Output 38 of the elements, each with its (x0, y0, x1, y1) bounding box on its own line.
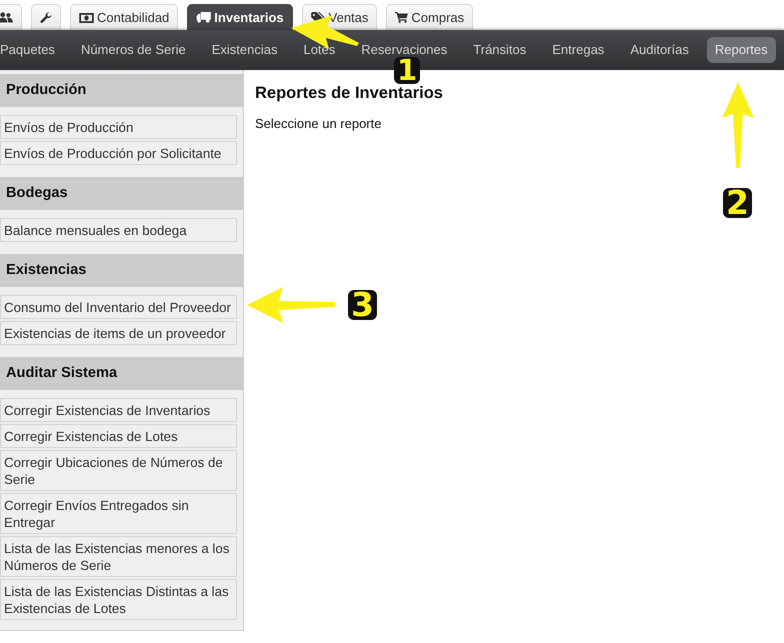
step-number: 2 (723, 188, 752, 218)
nav-link[interactable]: Paquetes (0, 42, 63, 58)
page-title: Reportes de Inventarios (255, 84, 443, 102)
cart-icon (395, 12, 408, 23)
nav-link[interactable]: Lotes (295, 42, 344, 58)
nav-link[interactable]: Tránsitos (465, 42, 534, 58)
banknote-icon (79, 12, 94, 22)
report-link[interactable]: Consumo del Inventario del Proveedor (0, 295, 237, 319)
report-link[interactable]: Corregir Envíos Entregados sin Entregar (0, 493, 237, 534)
nav-link[interactable]: Reportes (706, 37, 776, 63)
nav-link[interactable]: Auditorías (622, 42, 697, 58)
nav-link[interactable]: Números de Serie (72, 42, 194, 58)
module-tab[interactable] (31, 4, 61, 30)
report-link[interactable]: Lista de las Existencias menores a los Números de Serie (0, 536, 237, 577)
nav-link[interactable]: Reservaciones (353, 42, 456, 58)
step-number: 3 (348, 290, 377, 320)
users-icon (0, 12, 13, 23)
report-link[interactable]: Lista de las Existencias Distintas a las Existencias de Lotes (0, 579, 237, 620)
section-header: Auditar Sistema (0, 357, 243, 390)
module-tab[interactable]: Inventarios (187, 4, 293, 30)
truck-icon (196, 12, 212, 23)
report-link[interactable]: Balance mensuales en bodega (0, 218, 237, 242)
module-tab[interactable]: Compras (386, 4, 474, 30)
step-number: 1 (394, 57, 420, 84)
report-link[interactable]: Existencias de items de un proveedor (0, 321, 237, 345)
instruction-text: Seleccione un reporte (255, 116, 382, 132)
report-link[interactable]: Corregir Ubicaciones de Números de Serie (0, 450, 237, 491)
nav-link[interactable]: Entregas (544, 42, 612, 58)
module-tab[interactable]: Contabilidad (70, 4, 178, 30)
section-header: Bodegas (0, 177, 243, 210)
wrench-icon (40, 12, 52, 24)
section-header: Producción (0, 74, 243, 107)
nav-link[interactable]: Existencias (204, 42, 286, 58)
report-link[interactable]: Corregir Existencias de Inventarios (0, 398, 237, 422)
report-link[interactable]: Envíos de Producción por Solicitante (0, 141, 237, 165)
section-header: Existencias (0, 254, 243, 287)
report-link[interactable]: Corregir Existencias de Lotes (0, 424, 237, 448)
report-link[interactable]: Envíos de Producción (0, 115, 237, 139)
